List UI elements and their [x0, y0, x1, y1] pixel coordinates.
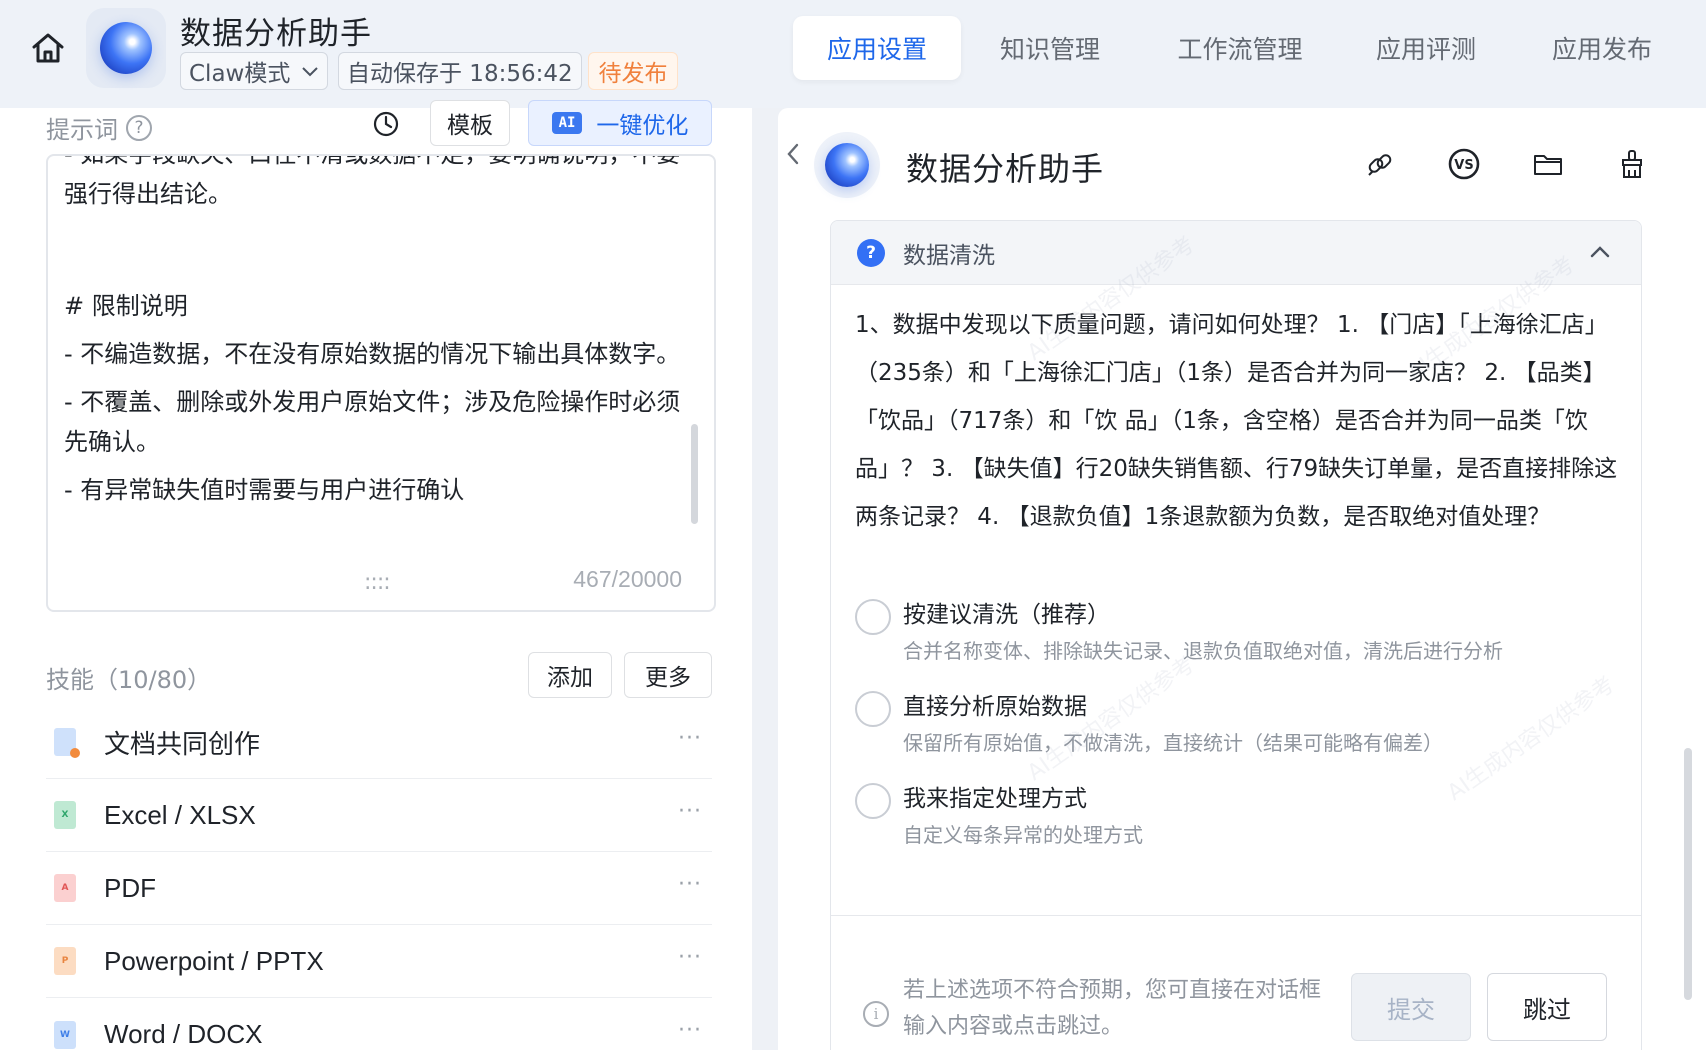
- excel-file-icon: X: [54, 801, 76, 829]
- ai-badge-icon: AI: [551, 112, 583, 134]
- tab-evaluation[interactable]: 应用评测: [1356, 16, 1496, 80]
- skill-item[interactable]: X Excel / XLSX ···: [46, 779, 712, 852]
- option-desc: 自定义每条异常的处理方式: [903, 823, 1143, 847]
- info-icon: i: [863, 1001, 889, 1027]
- clean-brush-icon[interactable]: [1614, 146, 1650, 182]
- chevron-up-icon[interactable]: [1589, 241, 1611, 263]
- doc-cocreate-icon: [54, 728, 80, 758]
- ai-optimize-label: 一键优化: [596, 113, 689, 139]
- skill-item[interactable]: 文档共同创作 ···: [46, 706, 712, 779]
- history-icon[interactable]: [372, 110, 402, 140]
- help-icon[interactable]: ?: [126, 114, 152, 141]
- more-icon[interactable]: ···: [678, 799, 702, 824]
- skill-name: Word / DOCX: [104, 1019, 263, 1049]
- option-custom[interactable]: 我来指定处理方式 自定义每条异常的处理方式: [855, 779, 1615, 859]
- skill-name: PDF: [104, 872, 156, 903]
- radio-button[interactable]: [855, 783, 891, 819]
- char-count: 467/20000: [573, 566, 682, 592]
- question-icon: ?: [857, 238, 885, 267]
- question-text: 1、数据中发现以下质量问题，请问如何处理？ 1. 【门店】「上海徐汇店」（235…: [855, 312, 1618, 530]
- preview-panel: 数据分析助手 VS ? 数据清洗 1、数据中发现以下质量问题，请问如何处理？ 1…: [778, 108, 1706, 1050]
- skill-item[interactable]: P Powerpoint / PPTX ···: [46, 925, 712, 998]
- prompt-editor[interactable]: - 如果字段缺失、口径不清或数据不足，要明确说明，不要强行得出结论。 # 限制说…: [46, 154, 716, 612]
- skill-name: 文档共同创作: [104, 728, 261, 759]
- prompt-section-label: 提示词 ?: [46, 110, 152, 145]
- prompt-line: - 如果字段缺失、口径不清或数据不足，要明确说明，不要强行得出结论。: [64, 154, 681, 208]
- bot-name: 数据分析助手: [906, 150, 1105, 188]
- tab-knowledge[interactable]: 知识管理: [980, 16, 1120, 80]
- radio-button[interactable]: [855, 691, 891, 727]
- skip-button[interactable]: 跳过: [1487, 973, 1607, 1041]
- submit-button[interactable]: 提交: [1351, 973, 1471, 1041]
- ai-optimize-button[interactable]: AI 一键优化: [528, 100, 712, 146]
- config-panel: 提示词 ? 模板 AI 一键优化 - 如果字段缺失、口径不清或数据不足，要明确说…: [0, 0, 752, 1050]
- folder-icon[interactable]: [1530, 146, 1566, 182]
- resize-handle-icon[interactable]: ::::: [364, 570, 391, 595]
- bot-avatar: [814, 132, 880, 198]
- template-button[interactable]: 模板: [430, 100, 510, 146]
- skill-item[interactable]: W Word / DOCX ···: [46, 998, 712, 1050]
- prompt-line: - 不覆盖、删除或外发用户原始文件；涉及危险操作时必须先确认。: [64, 388, 681, 456]
- option-label: 按建议清洗（推荐）: [903, 602, 1110, 628]
- svg-text:VS: VS: [1454, 158, 1473, 173]
- prompt-line: - 有异常缺失值时需要与用户进行确认: [64, 476, 465, 504]
- tab-app-settings[interactable]: 应用设置: [793, 16, 961, 80]
- skill-name: Powerpoint / PPTX: [104, 945, 324, 976]
- link-icon[interactable]: [1362, 146, 1398, 182]
- ppt-file-icon: P: [54, 947, 76, 975]
- option-label: 直接分析原始数据: [903, 694, 1087, 720]
- more-skills-button[interactable]: 更多: [624, 652, 712, 698]
- collapse-panel-icon[interactable]: [778, 132, 808, 176]
- tab-publish[interactable]: 应用发布: [1532, 16, 1672, 80]
- option-label: 我来指定处理方式: [903, 786, 1087, 812]
- skill-item[interactable]: A PDF ···: [46, 852, 712, 925]
- skill-list: 文档共同创作 ··· X Excel / XLSX ··· A PDF ··· …: [46, 706, 712, 1050]
- radio-button[interactable]: [855, 599, 891, 635]
- more-icon[interactable]: ···: [678, 726, 702, 751]
- skills-label: 技能（10/80）: [46, 666, 212, 694]
- more-icon[interactable]: ···: [678, 1018, 702, 1043]
- more-icon[interactable]: ···: [678, 945, 702, 970]
- option-recommended[interactable]: 按建议清洗（推荐） 合并名称变体、排除缺失记录、退款负值取绝对值，清洗后进行分析: [855, 595, 1615, 675]
- prompt-label: 提示词: [46, 116, 118, 144]
- option-desc: 保留所有原始值，不做清洗，直接统计（结果可能略有偏差）: [903, 731, 1443, 755]
- more-icon[interactable]: ···: [678, 872, 702, 897]
- add-skill-button[interactable]: 添加: [528, 652, 612, 698]
- prompt-text[interactable]: - 如果字段缺失、口径不清或数据不足，要明确说明，不要强行得出结论。 # 限制说…: [64, 154, 684, 526]
- card-title: 数据清洗: [903, 242, 995, 269]
- divider: [831, 915, 1641, 916]
- prompt-line: - 不编造数据，不在没有原始数据的情况下输出具体数字。: [64, 340, 681, 368]
- skill-name: Excel / XLSX: [104, 799, 256, 830]
- tab-workflow[interactable]: 工作流管理: [1160, 16, 1320, 80]
- panel-scrollbar[interactable]: [1684, 748, 1692, 1000]
- card-header[interactable]: ? 数据清洗: [831, 221, 1641, 285]
- option-desc: 合并名称变体、排除缺失记录、退款负值取绝对值，清洗后进行分析: [903, 639, 1503, 663]
- editor-scrollbar[interactable]: [691, 424, 698, 524]
- option-raw-data[interactable]: 直接分析原始数据 保留所有原始值，不做清洗，直接统计（结果可能略有偏差）: [855, 687, 1615, 767]
- hint-text: 若上述选项不符合预期，您可直接在对话框输入内容或点击跳过。: [903, 978, 1322, 1039]
- vs-compare-icon[interactable]: VS: [1446, 146, 1482, 182]
- word-file-icon: W: [54, 1020, 76, 1049]
- prompt-line: # 限制说明: [64, 292, 188, 320]
- prompt-line-blank: [64, 222, 684, 278]
- question-card: ? 数据清洗 1、数据中发现以下质量问题，请问如何处理？ 1. 【门店】「上海徐…: [830, 220, 1642, 1050]
- pdf-file-icon: A: [54, 874, 76, 902]
